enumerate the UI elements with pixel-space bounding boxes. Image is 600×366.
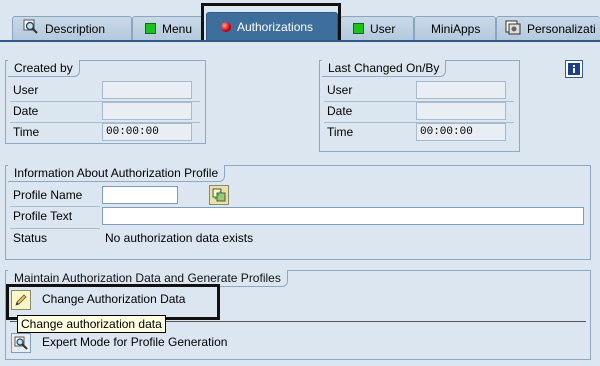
created-time-field: 00:00:00	[102, 123, 192, 141]
status-value: No authorization data exists	[105, 231, 254, 245]
changed-time-label: Time	[327, 125, 354, 139]
tab-description-label: Description	[45, 21, 106, 36]
changed-date-field	[416, 102, 506, 120]
created-time-label: Time	[13, 125, 40, 139]
profile-text-label: Profile Text	[13, 209, 73, 223]
tab-miniapps[interactable]: MiniApps	[414, 16, 496, 40]
tab-miniapps-label: MiniApps	[431, 21, 481, 36]
changed-user-label: User	[327, 83, 353, 97]
last-changed-title: Last Changed On/By	[322, 60, 447, 77]
created-by-title: Created by	[8, 60, 80, 77]
generate-profile-name-button[interactable]	[209, 185, 229, 205]
green-square-icon	[353, 23, 364, 34]
created-user-label: User	[13, 83, 39, 97]
profile-info-group: Information About Authorization Profile …	[5, 165, 591, 260]
tab-menu[interactable]: Menu	[132, 16, 204, 40]
created-date-label: Date	[13, 104, 39, 118]
magnifier-icon	[14, 336, 28, 350]
changed-date-label: Date	[327, 104, 353, 118]
tab-menu-label: Menu	[162, 21, 193, 36]
tab-description[interactable]: Description	[12, 16, 132, 40]
green-square-icon	[145, 23, 156, 34]
last-changed-group: Last Changed On/By User Date Time 00:00:…	[319, 60, 520, 152]
profile-info-title: Information About Authorization Profile	[8, 165, 226, 182]
tab-user-label: User	[370, 21, 396, 36]
changed-time-field: 00:00:00	[416, 123, 506, 141]
changed-user-field	[416, 81, 506, 99]
created-date-field	[102, 102, 192, 120]
status-label: Status	[13, 231, 48, 245]
info-icon[interactable]	[565, 60, 583, 78]
created-by-group: Created by User Date Time 00:00:00	[5, 60, 206, 144]
generate-icon	[212, 188, 226, 202]
magnifier-icon	[23, 19, 39, 38]
profile-name-input[interactable]	[102, 186, 178, 204]
created-user-field	[102, 81, 192, 99]
expert-mode-label[interactable]: Expert Mode for Profile Generation	[42, 335, 227, 349]
profile-text-input[interactable]	[102, 207, 584, 225]
expert-mode-button[interactable]	[11, 333, 31, 353]
tab-personalization-label: Personalizati	[527, 21, 596, 36]
change-authorization-tooltip: Change authorization data	[17, 315, 166, 333]
personalization-icon	[505, 19, 521, 38]
tab-user[interactable]: User	[340, 16, 414, 40]
profile-name-label: Profile Name	[13, 188, 83, 202]
tab-personalization[interactable]: Personalizati	[496, 16, 600, 40]
